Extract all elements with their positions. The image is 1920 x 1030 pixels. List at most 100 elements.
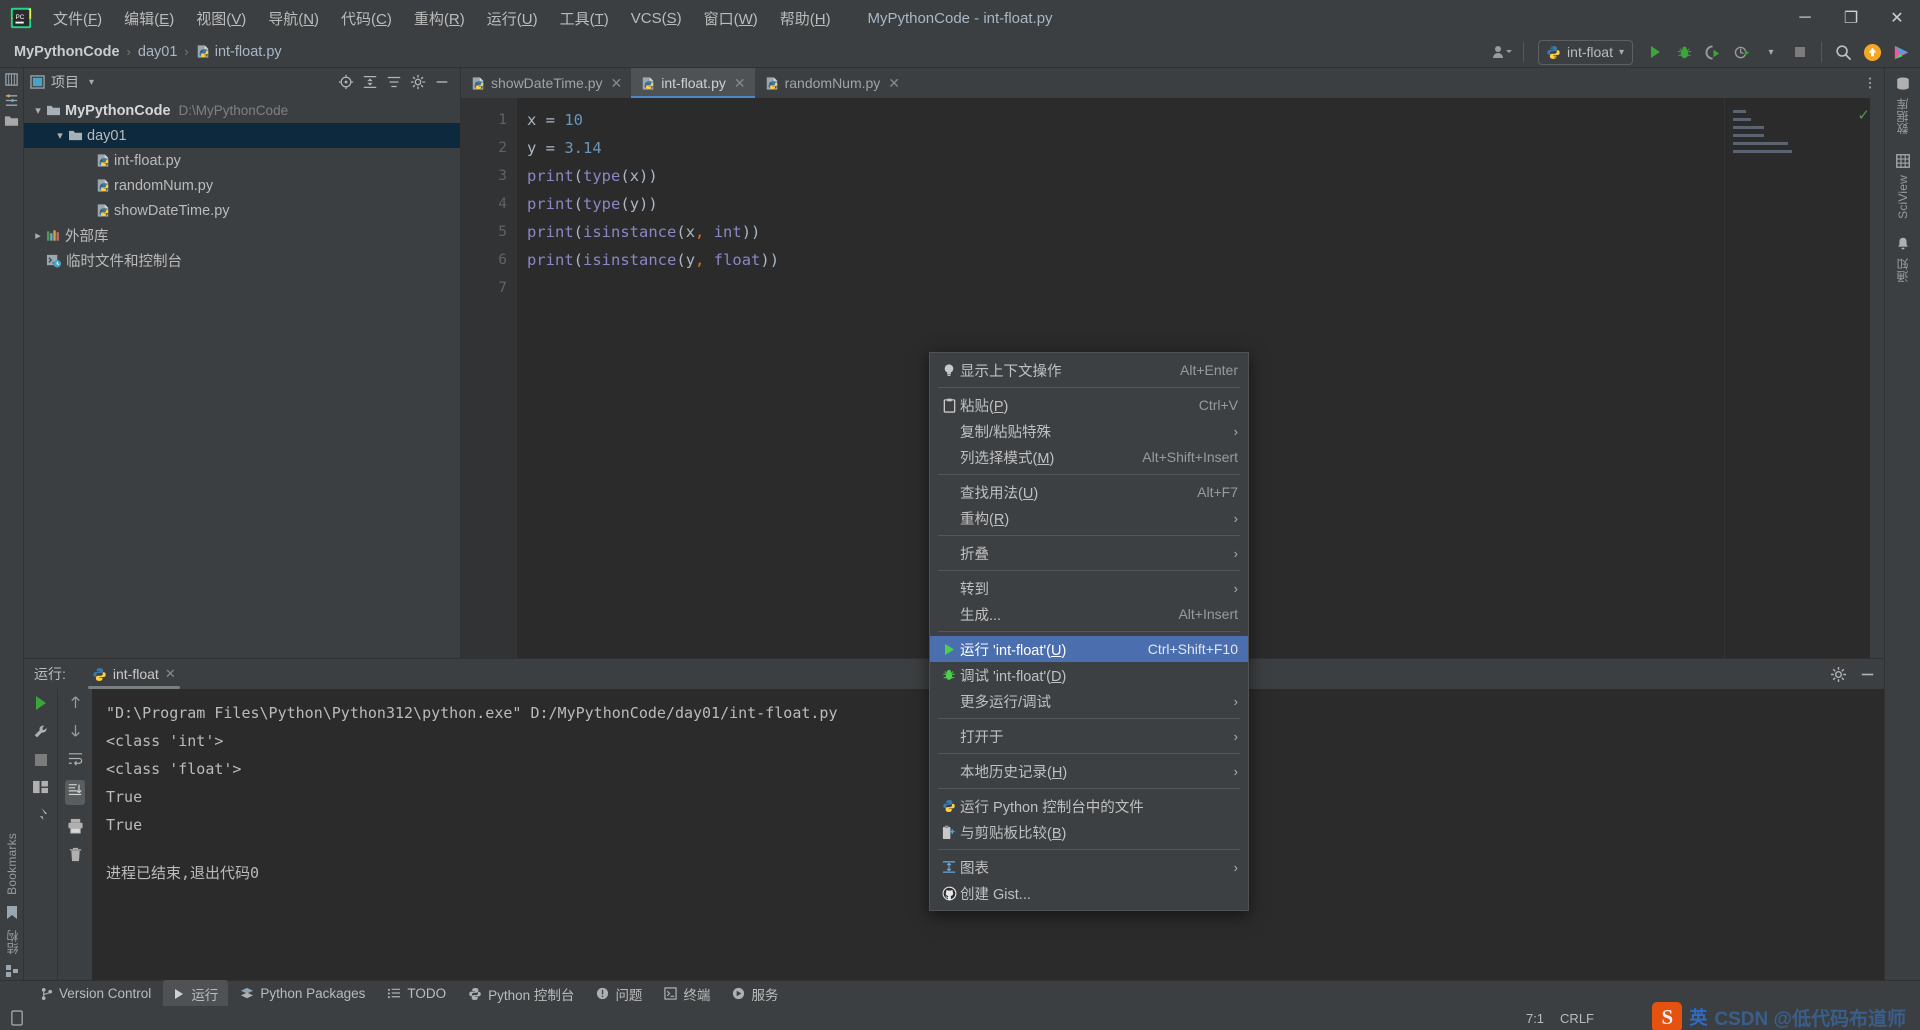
menu-navigate[interactable]: 导航(N) [257,4,330,33]
ctx-column-selection-mode[interactable]: 列选择模式(M) Alt+Shift+Insert [930,444,1248,470]
editor-tab-showdatetime[interactable]: showDateTime.py ✕ [461,68,631,98]
bottom-tab-todo[interactable]: TODO [377,982,456,1005]
menu-view[interactable]: 视图(V) [185,4,257,33]
tree-node-mypythoncode[interactable]: ▾ MyPythonCode D:\MyPythonCode [24,98,460,123]
close-button[interactable]: ✕ [1874,0,1920,36]
close-icon[interactable]: ✕ [165,666,176,682]
ctx-generate[interactable]: 生成... Alt+Insert [930,601,1248,627]
scroll-to-end-button[interactable] [65,780,85,805]
ctx-go-to[interactable]: 转到 › [930,575,1248,601]
print-icon[interactable] [67,818,84,834]
chevron-down-icon-profile[interactable]: ▾ [1758,39,1784,65]
bottom-tab-problems[interactable]: 问题 [586,980,652,1008]
ctx-debug-int-float[interactable]: 调试 'int-float'(D) [930,662,1248,688]
editor-tab-randomnum[interactable]: randomNum.py ✕ [755,68,909,98]
settings-wrench-icon[interactable] [33,724,49,740]
ctx-paste[interactable]: 粘贴(P) Ctrl+V [930,392,1248,418]
structure-icon[interactable] [4,93,19,108]
bookmark-icon[interactable] [6,905,18,920]
rerun-icon[interactable] [33,695,49,711]
right-rail-sciview[interactable]: SciView [1895,153,1911,218]
breadcrumb-file[interactable]: int-float.py [196,44,282,60]
chevron-down-icon[interactable]: ▾ [30,104,46,117]
more-vertical-icon[interactable] [1862,75,1878,91]
bottom-tab-python-console[interactable]: Python 控制台 [458,980,584,1008]
ctx-create-gist[interactable]: 创建 Gist... [930,880,1248,906]
project-panel-chevron-down-icon[interactable]: ▾ [89,77,94,88]
error-stripe[interactable] [1870,98,1884,658]
menu-window[interactable]: 窗口(W) [693,4,769,33]
ctx-more-run-debug[interactable]: 更多运行/调试 › [930,688,1248,714]
close-icon[interactable]: ✕ [888,75,900,92]
right-rail-notifications[interactable]: 通知 [1894,236,1911,283]
soft-wrap-icon[interactable] [67,751,84,767]
ctx-find-usages[interactable]: 查找用法(U) Alt+F7 [930,479,1248,505]
menu-code[interactable]: 代码(C) [330,4,403,33]
editor-minimap[interactable] [1724,98,1884,658]
bottom-tab-services[interactable]: 服务 [722,980,788,1008]
arrow-up-icon[interactable] [68,695,83,710]
project-folder-icon[interactable] [4,114,19,128]
menu-tools[interactable]: 工具(T) [549,4,620,33]
trash-icon[interactable] [68,847,83,863]
tree-node-external-libraries[interactable]: ▸ 外部库 [24,223,460,248]
search-icon[interactable] [1830,39,1856,65]
collapse-all-icon[interactable] [362,74,378,90]
update-icon[interactable] [1859,39,1885,65]
menu-refactor[interactable]: 重构(R) [403,4,476,33]
menu-file[interactable]: 文件(F) [42,4,113,33]
breadcrumb-folder[interactable]: day01 [138,44,178,60]
ctx-compare-with-clipboard[interactable]: 与剪贴板比较(B) [930,819,1248,845]
editor-tab-int-float[interactable]: int-float.py ✕ [631,68,755,98]
hide-icon[interactable] [386,74,402,90]
ctx-copy-paste-special[interactable]: 复制/粘贴特殊 › [930,418,1248,444]
menu-edit[interactable]: 编辑(E) [113,4,185,33]
ctx-diagrams[interactable]: 图表 › [930,854,1248,880]
structure-label[interactable]: 结构 [4,930,21,954]
bottom-tab-python-packages[interactable]: Python Packages [230,982,375,1005]
bottom-tab-version-control[interactable]: Version Control [30,982,161,1005]
debug-button[interactable] [1671,39,1697,65]
stop-button[interactable] [1787,39,1813,65]
tree-node-showdatetime[interactable]: showDateTime.py [24,198,460,223]
bookmarks-label[interactable]: Bookmarks [5,833,19,895]
select-opened-file-icon[interactable] [338,74,354,90]
bottom-tab-terminal[interactable]: 终端 [654,980,720,1008]
line-separator[interactable]: CRLF [1560,1011,1594,1026]
close-icon[interactable]: ✕ [611,75,623,92]
ctx-folding[interactable]: 折叠 › [930,540,1248,566]
bottom-tab-run[interactable]: 运行 [163,979,229,1008]
arrow-down-icon[interactable] [68,723,83,738]
ctx-run-int-float[interactable]: 运行 'int-float'(U) Ctrl+Shift+F10 [930,636,1248,662]
gear-icon[interactable] [410,74,426,90]
breadcrumb-project[interactable]: MyPythonCode [14,44,120,60]
structure-small-icon[interactable] [5,964,19,978]
tree-node-int-float[interactable]: int-float.py [24,148,460,173]
run-button[interactable] [1642,39,1668,65]
ide-feature-icon[interactable] [1888,39,1914,65]
ctx-open-in[interactable]: 打开于 › [930,723,1248,749]
chevron-down-icon[interactable]: ▾ [52,129,68,142]
minimize-button[interactable]: ─ [1782,0,1828,36]
right-rail-database[interactable]: 数据库 [1894,76,1911,135]
ctx-run-file-in-python-console[interactable]: 运行 Python 控制台中的文件 [930,793,1248,819]
run-configuration-selector[interactable]: int-float ▾ [1538,39,1633,65]
menu-vcs[interactable]: VCS(S) [620,6,693,31]
gear-icon[interactable] [1830,666,1847,683]
layout-icon[interactable] [32,780,49,794]
minimize-panel-icon[interactable] [434,74,450,90]
stop-icon[interactable] [34,753,48,767]
close-icon[interactable]: ✕ [734,75,746,92]
memory-indicator-icon[interactable] [10,1010,24,1026]
minimize-panel-icon[interactable] [1859,666,1876,683]
menu-help[interactable]: 帮助(H) [769,4,842,33]
run-with-coverage-button[interactable] [1700,39,1726,65]
user-accounts-icon[interactable] [1489,39,1515,65]
chevron-right-icon[interactable]: ▸ [30,229,46,242]
caret-position[interactable]: 7:1 [1526,1011,1544,1026]
tree-node-day01[interactable]: ▾ day01 [24,123,460,148]
ctx-local-history[interactable]: 本地历史记录(H) › [930,758,1248,784]
maximize-button[interactable]: ❐ [1828,0,1874,36]
commit-icon[interactable] [4,72,19,87]
ctx-refactor[interactable]: 重构(R) › [930,505,1248,531]
